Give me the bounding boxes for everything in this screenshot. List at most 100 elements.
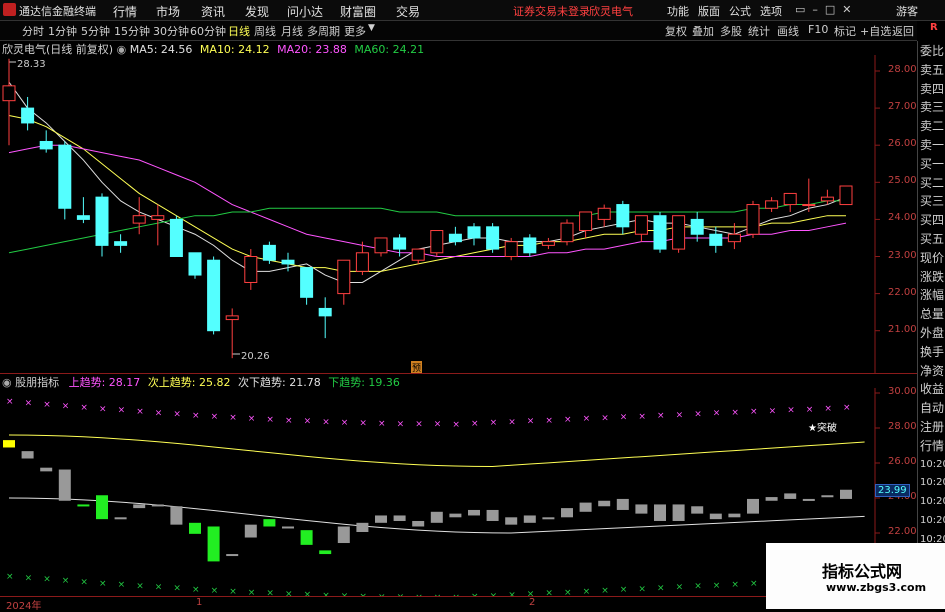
menu-function[interactable]: 功能 — [667, 3, 689, 19]
candle[interactable] — [225, 308, 239, 359]
more-dropdown-icon[interactable]: ▼ — [368, 23, 375, 33]
guest-label[interactable]: 游客 — [896, 3, 918, 19]
candle[interactable] — [39, 130, 53, 153]
side-panel-item[interactable]: 外盘 — [920, 323, 944, 343]
tab-timeshare[interactable]: 分时 — [22, 23, 44, 39]
menu-assistant[interactable]: 问小达 — [287, 3, 323, 20]
button-stats[interactable]: 统计 — [748, 23, 770, 39]
candle[interactable] — [207, 256, 221, 335]
candle[interactable] — [318, 297, 332, 339]
side-panel-item[interactable]: 卖三 — [920, 97, 944, 117]
menu-quotes[interactable]: 行情 — [113, 3, 137, 20]
side-panel-item[interactable]: 净资 — [920, 361, 944, 381]
tab-multiperiod[interactable]: 多周期 — [307, 23, 340, 39]
side-panel-item[interactable]: 卖五 — [920, 60, 944, 80]
candle[interactable] — [616, 200, 630, 235]
candle[interactable] — [690, 211, 704, 242]
candle[interactable] — [467, 223, 481, 246]
candle[interactable] — [523, 234, 537, 257]
side-panel-item[interactable]: 现价 — [920, 248, 944, 268]
candle[interactable] — [783, 192, 797, 212]
candle[interactable] — [114, 234, 128, 253]
candle[interactable] — [597, 204, 611, 227]
side-panel-item[interactable]: 自动 — [920, 398, 944, 418]
candle[interactable] — [672, 215, 686, 253]
candle[interactable] — [839, 185, 853, 206]
candle[interactable] — [188, 252, 202, 279]
tab-weekly[interactable]: 周线 — [254, 23, 276, 39]
button-adjust[interactable]: 复权 — [665, 23, 687, 39]
menu-trade[interactable]: 交易 — [396, 3, 420, 20]
candle[interactable] — [560, 219, 574, 246]
menu-news[interactable]: 资讯 — [201, 3, 225, 20]
candle[interactable] — [411, 248, 425, 264]
candle[interactable] — [820, 189, 834, 205]
side-panel-item[interactable]: 委比 — [920, 41, 944, 61]
menu-wealth[interactable]: 财富圈 — [340, 3, 376, 20]
tab-30min[interactable]: 30分钟 — [153, 23, 189, 39]
tab-1min[interactable]: 1分钟 — [48, 23, 77, 39]
side-panel-item[interactable]: 涨幅 — [920, 285, 944, 305]
menu-market[interactable]: 市场 — [156, 3, 180, 20]
button-overlay[interactable]: 叠加 — [692, 23, 714, 39]
side-panel-item[interactable]: 10:20 — [920, 473, 945, 493]
candle[interactable] — [58, 141, 72, 220]
side-panel-item[interactable]: 总量 — [920, 304, 944, 324]
candle[interactable] — [374, 237, 388, 257]
side-panel-item[interactable]: 卖二 — [920, 116, 944, 136]
window-controls[interactable]: ▭–□✕ — [795, 3, 859, 16]
side-panel-item[interactable]: 10:20 — [920, 492, 945, 512]
button-back[interactable]: 返回 — [892, 23, 914, 39]
candle[interactable] — [76, 197, 90, 224]
candle[interactable] — [765, 197, 779, 212]
side-panel-item[interactable]: 卖一 — [920, 135, 944, 155]
side-panel-item[interactable]: 涨跌 — [920, 267, 944, 287]
tab-15min[interactable]: 15分钟 — [114, 23, 150, 39]
menu-options[interactable]: 选项 — [760, 3, 782, 19]
candle[interactable] — [541, 237, 555, 250]
side-panel-item[interactable]: 买四 — [920, 210, 944, 230]
login-notice[interactable]: 证券交易未登录 — [513, 3, 590, 19]
candle[interactable] — [709, 226, 723, 253]
button-add-watchlist[interactable]: +自选 — [860, 23, 891, 39]
side-panel-item[interactable]: 卖四 — [920, 79, 944, 99]
candle[interactable] — [486, 223, 500, 253]
side-panel-item[interactable]: 10:20 — [920, 511, 945, 531]
button-mark[interactable]: 标记 — [834, 23, 856, 39]
side-panel-item[interactable]: 买三 — [920, 191, 944, 211]
candle[interactable] — [262, 241, 276, 264]
tab-5min[interactable]: 5分钟 — [81, 23, 110, 39]
tab-monthly[interactable]: 月线 — [281, 23, 303, 39]
candle[interactable] — [579, 211, 593, 238]
menu-discover[interactable]: 发现 — [245, 3, 269, 20]
candle[interactable] — [504, 237, 518, 261]
tab-60min[interactable]: 60分钟 — [190, 23, 226, 39]
candle[interactable] — [95, 193, 109, 257]
candle[interactable] — [2, 58, 16, 146]
candle[interactable] — [653, 211, 667, 253]
tab-more[interactable]: 更多 — [344, 23, 366, 39]
candle[interactable] — [430, 230, 444, 257]
tab-daily[interactable]: 日线 — [228, 23, 250, 39]
side-panel-item[interactable]: 买二 — [920, 173, 944, 193]
button-draw[interactable]: 画线 — [777, 23, 799, 39]
menu-formula[interactable]: 公式 — [729, 3, 751, 19]
candle[interactable] — [151, 204, 165, 246]
side-panel-item[interactable]: 换手 — [920, 342, 944, 362]
candle[interactable] — [132, 197, 146, 235]
button-multistock[interactable]: 多股 — [720, 23, 742, 39]
candle[interactable] — [169, 215, 183, 257]
menu-layout[interactable]: 版面 — [698, 3, 720, 19]
side-panel-item[interactable]: 买五 — [920, 229, 944, 249]
side-panel-item[interactable]: 注册 — [920, 417, 944, 437]
candlestick-chart[interactable] — [0, 55, 917, 373]
side-panel-item[interactable]: 10:20 — [920, 455, 945, 475]
side-panel-item[interactable]: 收益 — [920, 379, 944, 399]
candle[interactable] — [300, 267, 314, 305]
button-f10[interactable]: F10 — [808, 23, 828, 36]
candle[interactable] — [337, 259, 351, 305]
side-panel-item[interactable]: 行情 — [920, 436, 944, 456]
candle[interactable] — [634, 215, 648, 242]
candle[interactable] — [746, 200, 760, 238]
side-panel-item[interactable]: 买一 — [920, 154, 944, 174]
